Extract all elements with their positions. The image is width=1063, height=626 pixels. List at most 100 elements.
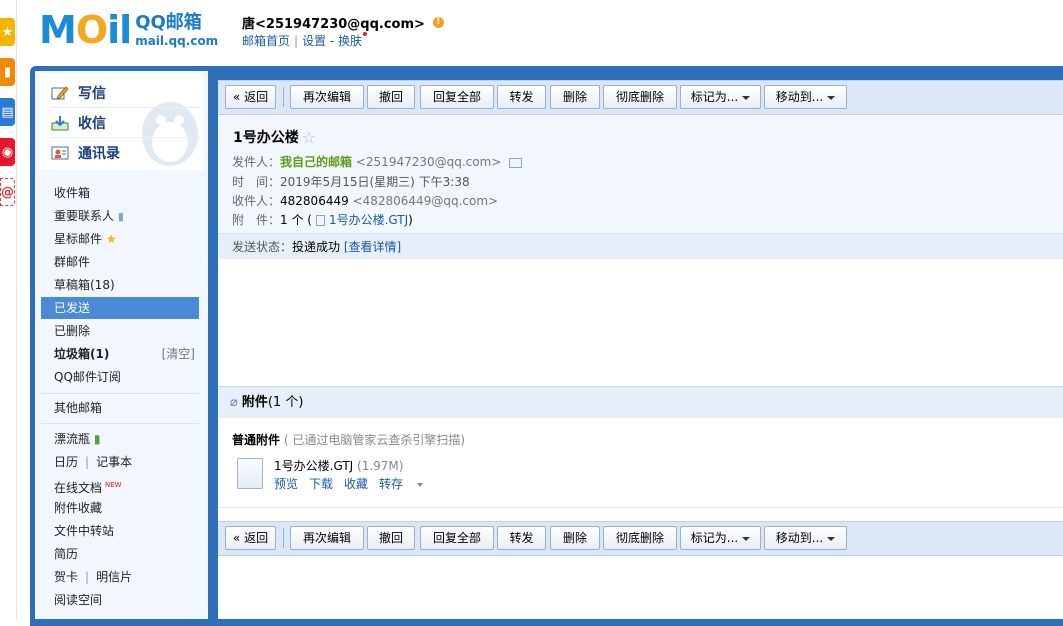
delete-permanently-button[interactable]: 彻底删除 — [603, 526, 677, 550]
file-name[interactable]: 1号办公楼.GTJ — [274, 459, 353, 473]
app-label: 漂流瓶 — [54, 432, 91, 446]
back-button[interactable]: « 返回 — [225, 526, 276, 550]
logo-text: QQ邮箱 mail.qq.com — [135, 13, 218, 47]
move-to-dropdown[interactable]: 移动到... — [764, 526, 847, 550]
chevron-down-icon — [417, 482, 424, 487]
warning-icon[interactable]: ! — [432, 17, 444, 28]
reedit-button[interactable]: 再次编辑 — [290, 85, 364, 109]
app-calendar[interactable]: 日历 — [54, 455, 78, 469]
top-toolbar: « 返回 再次编辑 撤回 回复全部 转发 删除 彻底删除 标记为... 移动到.… — [218, 80, 1063, 115]
status-value: 投递成功 — [292, 240, 341, 254]
app-drift-bottle[interactable]: 漂流瓶 ▮ — [41, 428, 199, 450]
download-link[interactable]: 下载 — [309, 477, 333, 491]
delete-button[interactable]: 删除 — [550, 85, 600, 109]
app-greeting-card[interactable]: 贺卡 — [54, 570, 78, 584]
time-row: 时 间：2019年5月15日(星期三) 下午3:38 — [232, 173, 470, 190]
app-attachment-favorites[interactable]: 附件收藏 — [41, 497, 199, 519]
status-label: 发送状态： — [232, 240, 293, 254]
folder-label: 重要联系人 — [54, 209, 115, 223]
recall-button[interactable]: 撤回 — [367, 85, 415, 109]
folder-sent[interactable]: 已发送 — [41, 297, 199, 319]
receive-button[interactable]: 收信 — [50, 110, 200, 136]
app-resume[interactable]: 简历 — [41, 543, 199, 565]
move-to-dropdown[interactable]: 移动到... — [764, 85, 847, 109]
delete-button[interactable]: 删除 — [550, 526, 600, 550]
reply-all-button[interactable]: 回复全部 — [420, 526, 494, 550]
attachment-count: 1 个 ( — [280, 213, 312, 227]
settings-link[interactable]: 设置 — [302, 34, 326, 48]
reply-all-button[interactable]: 回复全部 — [420, 85, 494, 109]
folder-inbox[interactable]: 收件箱 — [41, 182, 199, 204]
app-dock: ★ ▮ ▤ ◉ @ — [0, 0, 17, 619]
file-small-icon — [315, 215, 325, 226]
email-at-icon[interactable]: @ — [0, 178, 15, 206]
folder-other-mailboxes[interactable]: 其他邮箱 — [41, 397, 199, 419]
favorite-link[interactable]: 收藏 — [344, 477, 368, 491]
save-to-dropdown[interactable]: 转存 — [379, 477, 434, 491]
sender-row: 发件人：我自己的邮箱 <251947230@qq.com> — [232, 153, 523, 170]
attachment-link[interactable]: 1号办公楼.GTJ — [329, 213, 408, 227]
skin-link[interactable]: 换肤 — [338, 34, 362, 48]
recipient-address: <482806449@qq.com> — [352, 194, 499, 208]
preview-link[interactable]: 预览 — [274, 477, 298, 491]
app-card-row: 贺卡 | 明信片 — [41, 566, 199, 588]
write-button[interactable]: 写信 — [50, 80, 200, 106]
attachment-actions: 预览 下载 收藏 转存 — [274, 475, 445, 492]
forward-button[interactable]: 转发 — [497, 85, 546, 109]
app-file-transfer[interactable]: 文件中转站 — [41, 520, 199, 542]
folder-subscriptions[interactable]: QQ邮件订阅 — [41, 366, 199, 388]
app-postcard[interactable]: 明信片 — [96, 570, 132, 584]
file-icon[interactable] — [237, 458, 263, 489]
notes-icon[interactable]: ▮ — [0, 58, 15, 86]
normal-attachments-label: 普通附件 — [232, 433, 281, 447]
folder-important-contacts[interactable]: 重要联系人 ▮ — [41, 205, 199, 227]
attachment-section-title: 普通附件 ( 已通过电脑管家云查杀引擎扫描) — [232, 431, 465, 448]
forward-button[interactable]: 转发 — [497, 526, 546, 550]
recipient-name[interactable]: 482806449 — [280, 194, 349, 208]
mark-as-label: 标记为... — [690, 531, 739, 545]
divider — [50, 137, 200, 138]
back-button[interactable]: « 返回 — [225, 85, 276, 109]
mark-as-dropdown[interactable]: 标记为... — [680, 526, 761, 550]
top-links: 邮箱首页 | 设置 - 换肤 — [242, 32, 368, 49]
attachments-header: ⌀ 附件(1 个) — [218, 386, 1063, 418]
save-to-label: 转存 — [379, 477, 404, 491]
weibo-icon[interactable]: ◉ — [0, 138, 15, 166]
document-icon[interactable]: ▤ — [0, 98, 15, 126]
sender-name[interactable]: 我自己的邮箱 — [280, 155, 352, 169]
folder-spam[interactable]: 垃圾箱(1) [清空] — [41, 343, 199, 365]
contact-card-icon[interactable] — [509, 157, 523, 168]
app-notebook[interactable]: 记事本 — [96, 455, 132, 469]
star-icon[interactable]: ☆ — [302, 128, 316, 147]
folder-label: 垃圾箱(1) — [54, 347, 110, 361]
view-details-link[interactable]: [查看详情] — [344, 240, 401, 254]
qq-mail-logo[interactable]: MOil QQ邮箱 mail.qq.com — [39, 10, 218, 50]
favorite-star-icon[interactable]: ★ — [0, 18, 15, 46]
mailbox-home-link[interactable]: 邮箱首页 — [242, 34, 290, 48]
folder-label: 群邮件 — [54, 255, 91, 269]
chevron-down-icon — [827, 95, 836, 100]
quick-actions: 写信 收信 通讯录 — [40, 74, 203, 170]
folder-label: 星标邮件 — [54, 232, 103, 246]
folder-group-mail[interactable]: 群邮件 — [41, 251, 199, 273]
folder-drafts[interactable]: 草稿箱(18) — [41, 274, 199, 296]
app-reading-space[interactable]: 阅读空间 — [41, 589, 199, 611]
bottom-toolbar: « 返回 再次编辑 撤回 回复全部 转发 删除 彻底删除 标记为... 移动到.… — [218, 521, 1063, 556]
subject-text: 1号办公楼 — [233, 130, 299, 146]
app-label: 文件中转站 — [54, 524, 115, 538]
toolbar-separator — [283, 528, 284, 548]
logo-mail-letters: MOil — [39, 8, 132, 52]
folder-deleted[interactable]: 已删除 — [41, 320, 199, 342]
empty-spam-link[interactable]: [清空] — [162, 343, 195, 365]
folder-label: 其他邮箱 — [54, 401, 103, 415]
star-icon: ★ — [105, 232, 117, 246]
reedit-button[interactable]: 再次编辑 — [290, 526, 364, 550]
attachment-label: 附 件： — [232, 213, 281, 227]
recall-button[interactable]: 撤回 — [367, 526, 415, 550]
mark-as-dropdown[interactable]: 标记为... — [680, 85, 761, 109]
delete-permanently-button[interactable]: 彻底删除 — [603, 85, 677, 109]
folder-starred[interactable]: 星标邮件 ★ — [41, 228, 199, 250]
link-separator: | — [294, 34, 299, 48]
contacts-button[interactable]: 通讯录 — [50, 140, 200, 166]
app-online-docs[interactable]: 在线文档 NEW — [41, 474, 199, 496]
